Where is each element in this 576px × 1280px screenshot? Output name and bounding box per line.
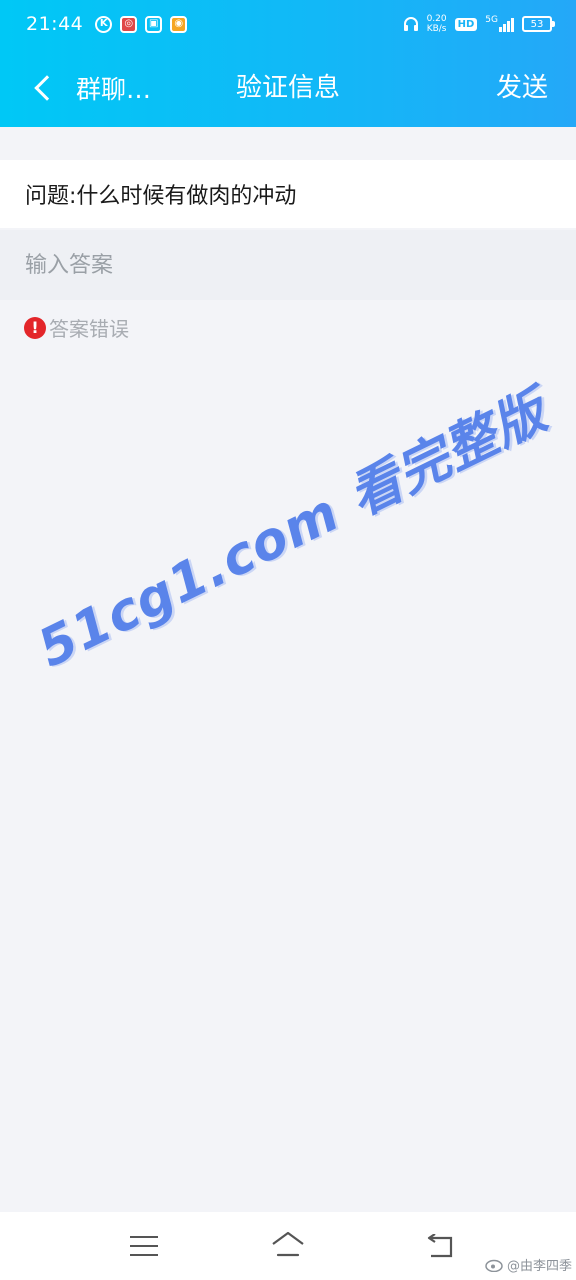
error-icon: ! [24,316,46,339]
hd-icon: HD [454,17,478,31]
answer-field-row[interactable] [0,230,576,300]
k-app-icon: K [95,15,113,33]
error-message: ! 答案错误 [24,313,129,342]
back-nav-icon[interactable] [425,1234,455,1260]
home-icon[interactable] [270,1230,306,1260]
status-indicators: 0.20 KB/s HD 5G 53 [403,14,555,34]
network-speed: 0.20 KB/s [426,14,447,34]
verification-question: 问题:什么时候有做肉的冲动 [0,160,576,228]
error-text: 答案错误 [49,317,129,341]
send-button[interactable]: 发送 [496,68,548,108]
answer-input[interactable] [25,252,545,278]
notification-icons: K ◎ ▣ ◉ [95,15,188,33]
credit-text: @由李四季 [506,1259,572,1274]
signal-icon: 5G [485,16,514,32]
navigation-bar: 群聊… 验证信息 发送 [0,48,576,127]
weibo-credit: @由李四季 [485,1255,572,1274]
back-label: 群聊… [76,75,152,104]
back-button[interactable]: 群聊… [30,68,170,108]
battery-icon: 53 [522,16,555,32]
status-time: 21:44 [26,13,84,35]
menu-icon[interactable] [130,1236,158,1256]
status-bar: 21:44 K ◎ ▣ ◉ 0.20 KB/s HD 5G 53 [0,0,576,48]
netease-music-icon: ◎ [120,15,138,33]
header: 21:44 K ◎ ▣ ◉ 0.20 KB/s HD 5G 53 群聊… 验证信… [0,0,576,127]
weibo-app-icon: ◉ [170,15,188,33]
headphones-icon [403,17,418,31]
weibo-icon [485,1259,503,1272]
watermark-text: 51cg1.com 看完整版 [29,381,557,680]
chevron-left-icon [34,75,60,101]
browser-app-icon: ▣ [145,15,163,33]
